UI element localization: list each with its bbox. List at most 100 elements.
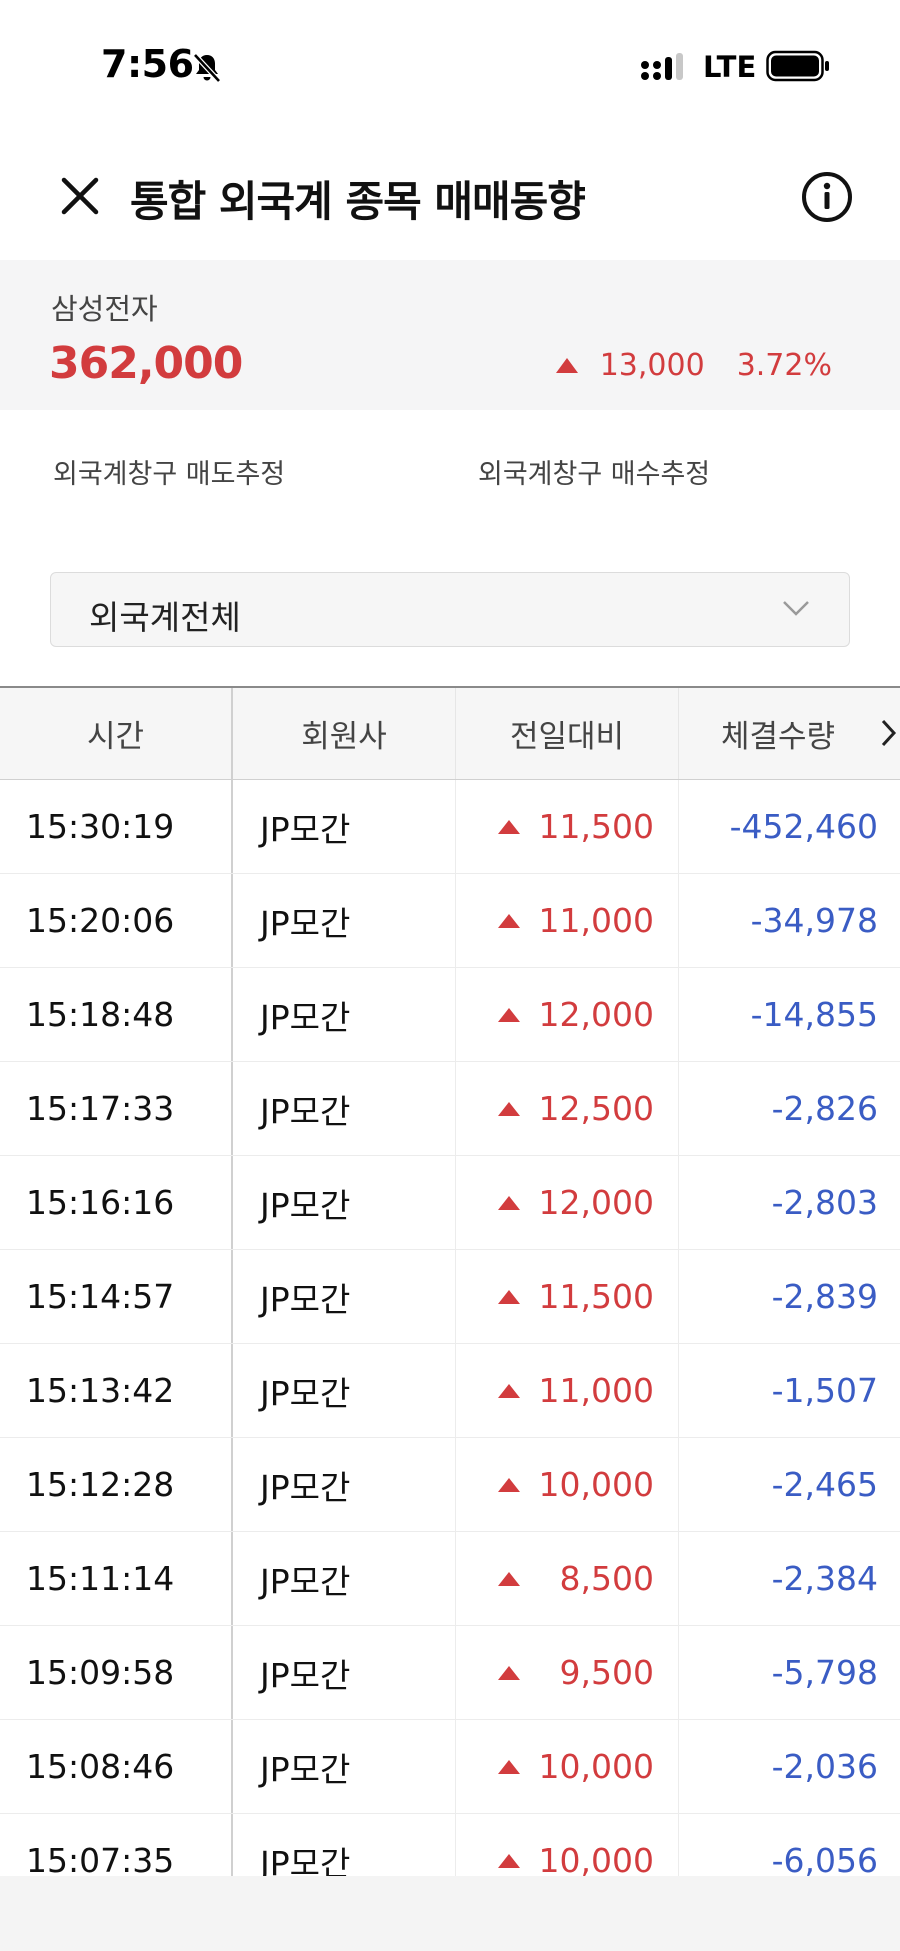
- column-header-diff: 전일대비: [456, 688, 679, 779]
- close-icon[interactable]: [56, 172, 104, 220]
- table-row[interactable]: 15:16:16 JP모간 12,000 -2,803: [0, 1156, 900, 1250]
- cellular-signal-icon: [641, 53, 683, 80]
- cell-diff-value: 9,500: [559, 1653, 654, 1692]
- up-triangle-icon: [498, 1007, 520, 1022]
- stock-summary: 삼성전자 362,000 13,000 3.72%: [0, 260, 900, 410]
- cell-diff: 9,500: [456, 1626, 679, 1719]
- cell-member: JP모간: [233, 874, 456, 967]
- column-header-time: 시간: [0, 688, 233, 779]
- table-row[interactable]: 15:14:57 JP모간 11,500 -2,839: [0, 1250, 900, 1344]
- cell-diff-value: 11,500: [538, 807, 654, 846]
- table-row[interactable]: 15:08:46 JP모간 10,000 -2,036: [0, 1720, 900, 1814]
- table-row[interactable]: 15:12:28 JP모간 10,000 -2,465: [0, 1438, 900, 1532]
- cell-diff: 11,000: [456, 1344, 679, 1437]
- up-triangle-icon: [498, 1759, 520, 1774]
- cell-member: JP모간: [233, 1344, 456, 1437]
- cell-diff-value: 10,000: [538, 1841, 654, 1876]
- cell-diff-value: 10,000: [538, 1465, 654, 1504]
- page-title: 통합 외국계 종목 매매동향: [130, 177, 586, 226]
- cell-time: 15:30:19: [0, 780, 233, 873]
- cell-qty: -34,978: [750, 901, 878, 940]
- cell-time: 15:17:33: [0, 1062, 233, 1155]
- table-row[interactable]: 15:11:14 JP모간 8,500 -2,384: [0, 1532, 900, 1626]
- cell-member: JP모간: [233, 1062, 456, 1155]
- up-triangle-icon: [498, 913, 520, 928]
- column-header-member: 회원사: [233, 688, 456, 779]
- cell-qty: -452,460: [729, 807, 878, 846]
- cell-diff: 10,000: [456, 1814, 679, 1876]
- up-triangle-icon: [498, 1289, 520, 1304]
- change-percent: 3.72%: [736, 348, 832, 383]
- bell-slash-icon: [193, 53, 221, 83]
- estimate-labels: 외국계창구 매도추정 외국계창구 매수추정: [0, 452, 900, 492]
- up-triangle-icon: [498, 1383, 520, 1398]
- cell-qty: -5,798: [771, 1653, 878, 1692]
- select-value: 외국계전체: [89, 598, 241, 637]
- stock-price: 362,000: [49, 338, 243, 389]
- chevron-down-icon: [783, 601, 809, 616]
- buy-estimate-label: 외국계창구 매수추정: [478, 459, 711, 490]
- cell-diff-value: 12,000: [538, 1183, 654, 1222]
- cell-qty: -1,507: [771, 1371, 878, 1410]
- network-type: LTE: [703, 50, 757, 84]
- cell-time: 15:09:58: [0, 1626, 233, 1719]
- cell-diff: 12,000: [456, 968, 679, 1061]
- up-triangle-icon: [498, 819, 520, 834]
- cell-time: 15:16:16: [0, 1156, 233, 1249]
- cell-time: 15:14:57: [0, 1250, 233, 1343]
- cell-time: 15:20:06: [0, 874, 233, 967]
- battery-icon: [766, 50, 829, 82]
- up-triangle-icon: [498, 1571, 520, 1586]
- cell-qty: -2,803: [771, 1183, 878, 1222]
- up-triangle-icon: [498, 1101, 520, 1116]
- cell-diff: 10,000: [456, 1720, 679, 1813]
- cell-diff: 11,000: [456, 874, 679, 967]
- table-row[interactable]: 15:20:06 JP모간 11,000 -34,978: [0, 874, 900, 968]
- cell-member: JP모간: [233, 1438, 456, 1531]
- cell-member: JP모간: [233, 1814, 456, 1876]
- cell-diff: 11,500: [456, 1250, 679, 1343]
- header: 통합 외국계 종목 매매동향: [0, 150, 900, 260]
- trade-table: 시간 회원사 전일대비 체결수량 15:30:19 JP모간 11,500 -4…: [0, 686, 900, 1876]
- cell-member: JP모간: [233, 1250, 456, 1343]
- table-row[interactable]: 15:07:35 JP모간 10,000 -6,056: [0, 1814, 900, 1876]
- cell-diff-value: 12,000: [538, 995, 654, 1034]
- cell-diff-value: 12,500: [538, 1089, 654, 1128]
- table-header: 시간 회원사 전일대비 체결수량: [0, 688, 900, 780]
- cell-member: JP모간: [233, 1626, 456, 1719]
- cell-qty: -6,056: [771, 1841, 878, 1876]
- table-row[interactable]: 15:09:58 JP모간 9,500 -5,798: [0, 1626, 900, 1720]
- up-triangle-icon: [498, 1853, 520, 1868]
- up-triangle-icon: [498, 1665, 520, 1680]
- cell-diff: 12,000: [456, 1156, 679, 1249]
- cell-member: JP모간: [233, 1532, 456, 1625]
- table-row[interactable]: 15:18:48 JP모간 12,000 -14,855: [0, 968, 900, 1062]
- status-bar: 7:56 LTE: [0, 0, 900, 135]
- info-icon[interactable]: [800, 170, 854, 224]
- cell-time: 15:12:28: [0, 1438, 233, 1531]
- cell-time: 15:13:42: [0, 1344, 233, 1437]
- column-header-qty: 체결수량: [721, 719, 836, 755]
- table-row[interactable]: 15:13:42 JP모간 11,000 -1,507: [0, 1344, 900, 1438]
- cell-diff: 11,500: [456, 780, 679, 873]
- table-row[interactable]: 15:30:19 JP모간 11,500 -452,460: [0, 780, 900, 874]
- up-triangle-icon: [555, 358, 578, 373]
- table-row[interactable]: 15:17:33 JP모간 12,500 -2,826: [0, 1062, 900, 1156]
- cell-member: JP모간: [233, 1720, 456, 1813]
- cell-qty: -2,036: [771, 1747, 878, 1786]
- cell-member: JP모간: [233, 780, 456, 873]
- chevron-right-icon[interactable]: [880, 718, 898, 748]
- cell-diff: 10,000: [456, 1438, 679, 1531]
- cell-diff-value: 11,500: [538, 1277, 654, 1316]
- cell-diff-value: 11,000: [538, 1371, 654, 1410]
- cell-diff: 8,500: [456, 1532, 679, 1625]
- cell-qty: -2,384: [771, 1559, 878, 1598]
- foreign-broker-select[interactable]: 외국계전체: [50, 572, 850, 647]
- stock-name: 삼성전자: [51, 292, 158, 326]
- cell-diff-value: 10,000: [538, 1747, 654, 1786]
- cell-time: 15:18:48: [0, 968, 233, 1061]
- up-triangle-icon: [498, 1477, 520, 1492]
- up-triangle-icon: [498, 1195, 520, 1210]
- bottom-area: [0, 1876, 900, 1951]
- cell-member: JP모간: [233, 1156, 456, 1249]
